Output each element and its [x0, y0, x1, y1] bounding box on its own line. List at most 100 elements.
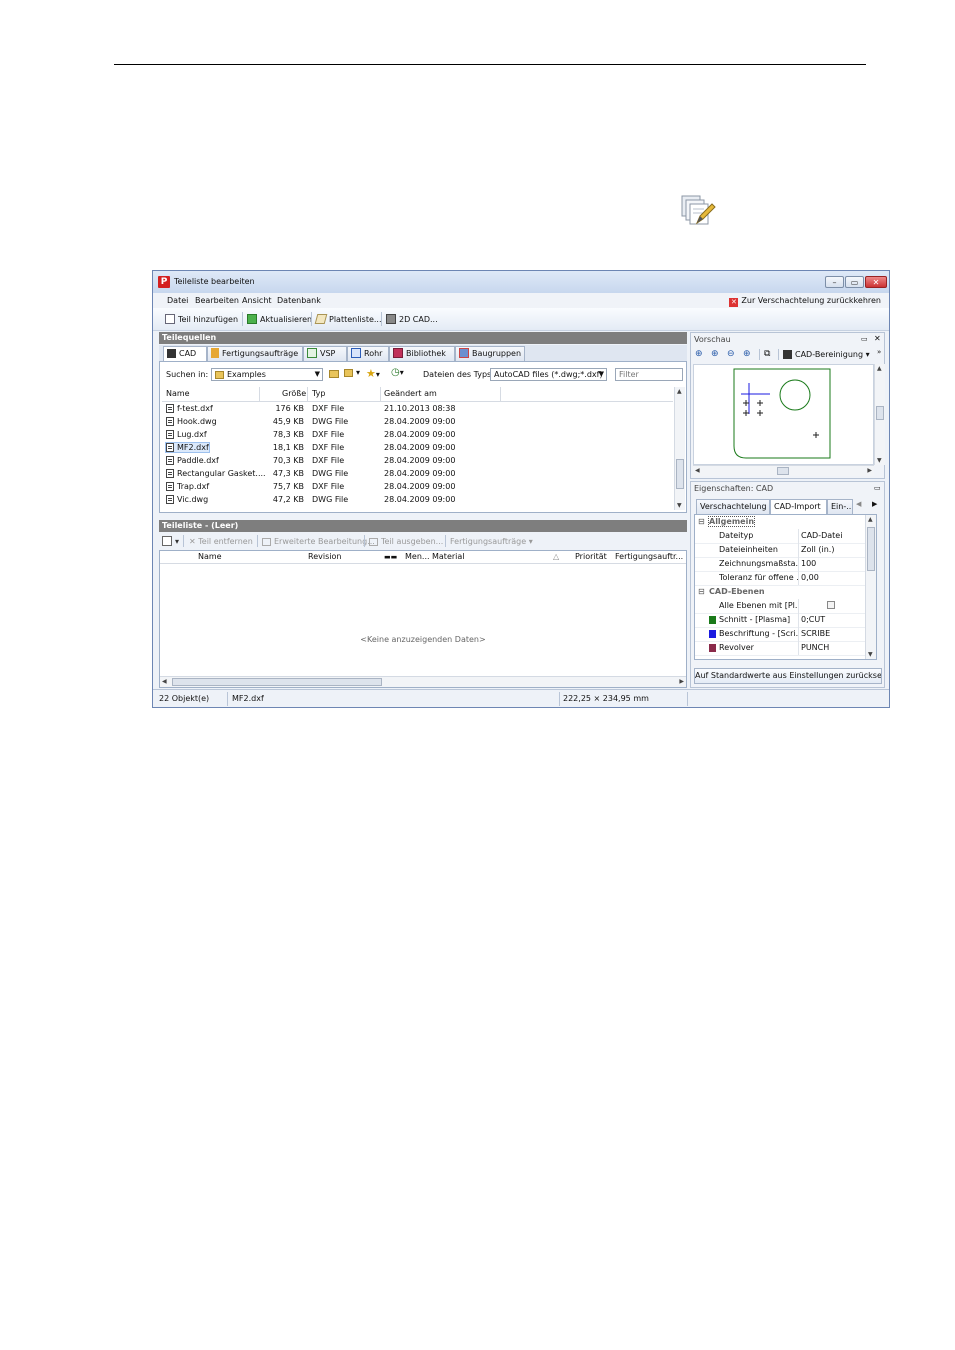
tab-scroll-left-icon[interactable]: ◀	[856, 500, 861, 508]
cad-cleanup-button[interactable]: CAD-Bereinigung ▾	[783, 350, 870, 359]
column-name[interactable]: Name	[166, 387, 190, 400]
preview-vscroll[interactable]: ▲ ▼	[874, 364, 885, 465]
property-row[interactable]: Revolver PUNCH	[695, 641, 865, 656]
overflow-chevron-icon[interactable]: »	[877, 348, 881, 356]
filetype-select[interactable]: AutoCAD files (*.dwg;*.dxf) ▼	[490, 368, 607, 381]
plate-list-button[interactable]: Plattenliste...	[314, 314, 382, 324]
column-production-order[interactable]: Fertigungsauftr...	[615, 551, 683, 563]
back-to-nesting-link[interactable]: ✕ Zur Verschachtelung zurückkehren	[729, 296, 881, 307]
file-name: Lug.dxf	[177, 430, 207, 439]
view-options-button[interactable]: ▾	[344, 368, 360, 377]
menu-file[interactable]: Datei	[167, 296, 188, 305]
select-icon[interactable]: ⧉	[764, 349, 770, 359]
property-value: PUNCH	[801, 643, 830, 652]
history-button[interactable]: ◷▾	[391, 367, 404, 378]
property-row[interactable]: Toleranz für offene ... 0,00	[695, 571, 865, 586]
scroll-up-icon: ▲	[868, 516, 873, 523]
column-priority[interactable]: Priorität	[575, 551, 607, 563]
column-size[interactable]: Größe	[282, 387, 306, 400]
property-row[interactable]: Dateieinheiten Zoll (in.)	[695, 543, 865, 558]
folder-up-button[interactable]	[329, 369, 342, 378]
column-type[interactable]: Typ	[312, 387, 325, 400]
filter-input[interactable]: Filter	[615, 368, 683, 381]
tab-scroll-right-icon[interactable]: ▶	[872, 500, 877, 508]
output-part-button[interactable]: Teil ausgeben...	[369, 537, 443, 546]
scroll-thumb[interactable]	[172, 678, 382, 686]
pin-icon[interactable]: ▭	[861, 335, 868, 343]
preview-canvas[interactable]	[693, 364, 874, 465]
search-folder-select[interactable]: Examples ▼	[211, 368, 323, 381]
property-value: 0,00	[801, 573, 819, 582]
preview-hscroll[interactable]: ◀ ▶	[693, 465, 874, 476]
file-row[interactable]: Vic.dwg 47,2 KB DWG File 28.04.2009 09:00	[162, 493, 672, 506]
close-button[interactable]: ✕	[865, 276, 887, 288]
file-row[interactable]: MF2.dxf 18,1 KB DXF File 28.04.2009 09:00	[162, 441, 672, 454]
reset-defaults-button[interactable]: Auf Standardwerte aus Einstellungen zurü…	[694, 668, 882, 684]
maximize-button[interactable]: ▭	[845, 276, 864, 288]
production-orders-button[interactable]: Fertigungsaufträge ▾	[450, 537, 533, 546]
property-vscroll[interactable]: ▲ ▼	[865, 515, 876, 659]
zoom-fit-icon[interactable]: ⊕	[695, 349, 703, 359]
property-row[interactable]: Zeichnungsmaßsta... 100	[695, 557, 865, 572]
tab-tube[interactable]: Rohr	[347, 346, 389, 361]
menu-database[interactable]: Datenbank	[277, 296, 321, 305]
close-icon[interactable]: ✕	[874, 334, 881, 343]
column-revision[interactable]: Revision	[308, 551, 341, 563]
file-row[interactable]: Lug.dxf 78,3 KB DXF File 28.04.2009 09:00	[162, 428, 672, 441]
file-row[interactable]: Rectangular Gasket.... 47,3 KB DWG File 28.…	[162, 467, 672, 480]
add-part-button[interactable]: Teil hinzufügen	[165, 314, 238, 324]
toolbar-separator	[445, 535, 446, 547]
menu-edit[interactable]: Bearbeiten	[195, 296, 239, 305]
zoom-window-icon[interactable]: ⊕	[743, 349, 751, 359]
tab-more[interactable]: Ein-...	[827, 499, 853, 514]
property-key: Revolver	[719, 643, 754, 652]
file-row[interactable]: f-test.dxf 176 KB DXF File 21.10.2013 08:38	[162, 402, 672, 415]
scroll-thumb[interactable]	[676, 459, 684, 489]
property-key: Dateityp	[719, 531, 754, 540]
tab-assemblies[interactable]: Baugruppen	[455, 346, 525, 361]
pin-icon[interactable]: ▭	[874, 484, 881, 492]
zoom-in-icon[interactable]: ⊕	[711, 349, 719, 359]
column-material[interactable]: Material	[432, 551, 465, 563]
favorites-button[interactable]: ★▾	[366, 367, 380, 380]
partlist-view-button[interactable]: ▾	[162, 536, 179, 546]
scroll-thumb[interactable]	[867, 527, 875, 571]
remove-part-button[interactable]: ✕ Teil entfernen	[189, 537, 253, 546]
scroll-thumb[interactable]	[777, 467, 789, 475]
property-category[interactable]: ⊟ Allgemein	[695, 515, 865, 529]
property-row[interactable]: Dateityp CAD-Datei	[695, 529, 865, 544]
tab-production-orders[interactable]: Fertigungsaufträge	[207, 346, 303, 361]
remove-icon: ✕	[189, 537, 199, 546]
zoom-out-icon[interactable]: ⊖	[727, 349, 735, 359]
column-divider	[259, 387, 260, 401]
minimize-button[interactable]: –	[825, 276, 844, 288]
scroll-thumb[interactable]	[876, 406, 884, 420]
tab-library[interactable]: Bibliothek	[389, 346, 455, 361]
property-row[interactable]: Alle Ebenen mit [Pl...	[695, 599, 865, 614]
tab-nesting[interactable]: Verschachtelung	[696, 499, 770, 514]
file-list-scrollbar[interactable]: ▲ ▼	[674, 387, 685, 510]
property-row[interactable]: Beschriftung - [Scri... SCRIBE	[695, 627, 865, 642]
tab-vsp[interactable]: VSP	[303, 346, 347, 361]
advanced-edit-button[interactable]: Erweiterte Bearbeitung...	[262, 537, 375, 546]
tube-icon	[351, 348, 361, 358]
folder-icon	[215, 371, 224, 379]
collapse-icon[interactable]: ⊟	[698, 587, 705, 596]
all-layers-checkbox[interactable]	[827, 601, 835, 609]
partlist-hscroll[interactable]: ◀ ▶	[160, 676, 686, 687]
cad2d-button[interactable]: 2D CAD...	[386, 314, 438, 324]
collapse-icon[interactable]: ⊟	[698, 517, 705, 526]
tab-cad-import[interactable]: CAD-Import	[770, 499, 827, 515]
column-modified[interactable]: Geändert am	[384, 387, 437, 400]
refresh-button[interactable]: Aktualisieren	[247, 314, 312, 324]
property-row[interactable]: Schnitt - [Plasma] 0;CUT	[695, 613, 865, 628]
menu-view[interactable]: Ansicht	[242, 296, 272, 305]
column-quantity[interactable]: Men...	[405, 551, 430, 563]
advanced-edit-icon	[262, 538, 271, 546]
file-row[interactable]: Hook.dwg 45,9 KB DWG File 28.04.2009 09:00	[162, 415, 672, 428]
file-row[interactable]: Paddle.dxf 70,3 KB DXF File 28.04.2009 09:0…	[162, 454, 672, 467]
tab-cad[interactable]: CAD	[163, 346, 207, 362]
file-row[interactable]: Trap.dxf 75,7 KB DXF File 28.04.2009 09:00	[162, 480, 672, 493]
column-name[interactable]: Name	[198, 551, 222, 563]
property-category[interactable]: ⊟ CAD-Ebenen	[695, 585, 865, 599]
